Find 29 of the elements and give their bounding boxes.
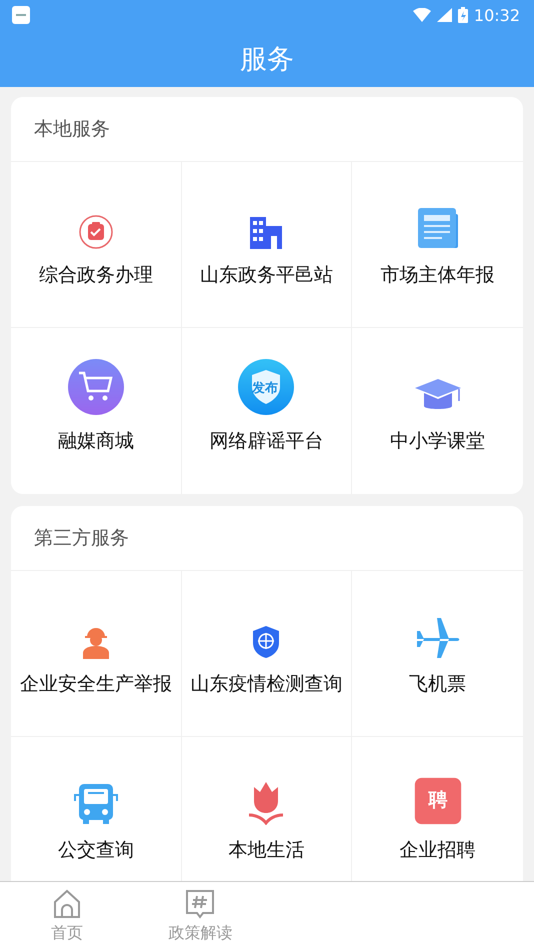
- service-item[interactable]: 山东政务平邑站: [182, 162, 352, 328]
- shield-target-icon: [251, 625, 282, 659]
- service-item[interactable]: 发布 网络辟谣平台: [182, 328, 352, 494]
- service-item[interactable]: 融媒商城: [11, 328, 182, 494]
- service-item[interactable]: 聘 企业招聘: [352, 737, 523, 881]
- battery-icon: [458, 7, 468, 23]
- building-icon: [249, 216, 284, 250]
- document-icon: [416, 206, 460, 250]
- airplane-icon: [414, 617, 461, 659]
- worker-helmet-icon: [80, 625, 111, 659]
- clipboard-check-icon: [78, 214, 114, 250]
- badge-icon: 聘: [414, 777, 462, 825]
- app-icon: [12, 6, 30, 24]
- service-item[interactable]: 市场主体年报: [352, 162, 523, 328]
- signal-icon: [436, 8, 452, 22]
- section-title: 本地服务: [34, 117, 110, 142]
- service-item[interactable]: 企业安全生产举报: [11, 571, 182, 737]
- shield-badge-icon: 发布: [237, 358, 296, 416]
- wifi-icon: [412, 8, 431, 22]
- hashtag-icon: [184, 888, 216, 920]
- section-title: 第三方服务: [34, 526, 129, 551]
- service-item[interactable]: 山东疫情检测查询: [182, 571, 352, 737]
- status-time: 10:32: [474, 6, 520, 24]
- shopping-cart-icon: [66, 358, 125, 416]
- service-item[interactable]: 中小学课堂: [352, 328, 523, 494]
- page-title: 服务: [240, 42, 294, 76]
- service-item[interactable]: 飞机票: [352, 571, 523, 737]
- service-item[interactable]: 综合政务办理: [11, 162, 182, 328]
- bus-icon: [72, 783, 119, 825]
